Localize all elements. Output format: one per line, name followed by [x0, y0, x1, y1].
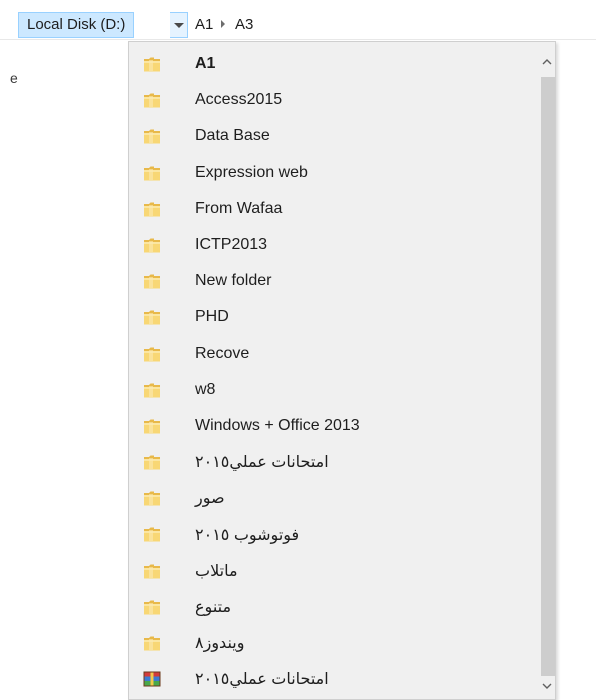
folder-icon — [143, 526, 161, 543]
folder-list-item-label: امتحانات عملي٢٠١٥ — [195, 671, 329, 689]
folder-list-item-label: ويندوز٨ — [195, 635, 245, 653]
folder-icon — [143, 346, 161, 363]
scroll-thumb[interactable] — [541, 77, 555, 676]
folder-list-item[interactable]: From Wafaa — [129, 191, 539, 227]
folder-list-item-label: A1 — [195, 55, 216, 73]
folder-list-item-label: Recove — [195, 344, 250, 362]
folder-icon — [143, 128, 161, 145]
folder-list-item-label: امتحانات عملي٢٠١٥ — [195, 454, 329, 472]
folder-icon — [143, 92, 161, 109]
folder-icon — [143, 490, 161, 507]
vertical-scrollbar[interactable] — [538, 42, 555, 699]
folder-list-item-label: فوتوشوب ٢٠١٥ — [195, 526, 300, 544]
folder-list-item[interactable]: A1 — [129, 46, 539, 82]
folder-list-item[interactable]: ICTP2013 — [129, 227, 539, 263]
folder-list-item-label: صور — [195, 490, 225, 508]
folder-list-item-label: ماتلاب — [195, 562, 238, 580]
chevron-down-icon — [173, 22, 184, 28]
folder-icon — [143, 273, 161, 290]
folder-icon — [143, 382, 161, 399]
folder-list-item[interactable]: متنوع — [129, 589, 539, 625]
breadcrumb-item-a1[interactable]: A1 — [195, 12, 213, 38]
folder-list-item[interactable]: New folder — [129, 263, 539, 299]
folder-icon — [143, 635, 161, 652]
breadcrumb-drive[interactable]: Local Disk (D:) — [18, 12, 135, 38]
folder-list-item[interactable]: امتحانات عملي٢٠١٥ — [129, 661, 539, 697]
folder-list-item-label: متنوع — [195, 598, 232, 616]
folder-icon — [143, 201, 161, 218]
folder-icon — [143, 599, 161, 616]
folder-icon — [143, 56, 161, 73]
breadcrumb-item-a3[interactable]: A3 — [235, 12, 253, 38]
folder-list-item[interactable]: ماتلاب — [129, 553, 539, 589]
folder-icon — [143, 418, 161, 435]
folder-list-item-label: ICTP2013 — [195, 236, 268, 254]
folder-list-item-label: Data Base — [195, 127, 270, 145]
folder-list: A1 Access2015 Data Base Expression web From … — [129, 46, 539, 697]
address-bar-divider — [0, 39, 596, 40]
folder-list-item[interactable]: PHD — [129, 299, 539, 335]
folder-list-item[interactable]: w8 — [129, 372, 539, 408]
folder-list-item-label: From Wafaa — [195, 199, 283, 217]
folder-list-item[interactable]: فوتوشوب ٢٠١٥ — [129, 516, 539, 552]
folder-icon — [143, 454, 161, 471]
folder-list-item[interactable]: امتحانات عملي٢٠١٥ — [129, 444, 539, 480]
chevron-up-icon — [542, 58, 551, 64]
folder-list-item-label: Access2015 — [195, 91, 283, 109]
breadcrumb-dropdown-button[interactable] — [170, 12, 188, 38]
folder-list-item[interactable]: ويندوز٨ — [129, 625, 539, 661]
left-pane-partial-text: e — [10, 70, 18, 86]
folder-icon — [143, 237, 161, 254]
folder-list-item-label: Expression web — [195, 163, 308, 181]
chevron-right-icon[interactable] — [221, 20, 225, 28]
scroll-up-button[interactable] — [538, 50, 555, 72]
archive-icon — [143, 671, 161, 688]
folder-list-item[interactable]: Recove — [129, 336, 539, 372]
folder-list-item[interactable]: Access2015 — [129, 82, 539, 118]
folder-list-item-label: New folder — [195, 272, 272, 290]
folder-list-item-label: w8 — [195, 380, 216, 398]
folder-list-item-label: Windows + Office 2013 — [195, 416, 360, 434]
folder-icon — [143, 165, 161, 182]
scroll-down-button[interactable] — [538, 675, 555, 697]
chevron-down-icon — [542, 683, 551, 689]
folder-dropdown-list[interactable]: A1 Access2015 Data Base Expression web From … — [128, 41, 556, 700]
folder-list-item-label: PHD — [195, 308, 229, 326]
folder-list-item[interactable]: Data Base — [129, 118, 539, 154]
address-bar: Local Disk (D:) A1 A3 — [0, 0, 596, 40]
folder-list-item[interactable]: Expression web — [129, 155, 539, 191]
folder-list-item[interactable]: صور — [129, 480, 539, 516]
folder-icon — [143, 563, 161, 580]
folder-icon — [143, 309, 161, 326]
folder-list-item[interactable]: Windows + Office 2013 — [129, 408, 539, 444]
